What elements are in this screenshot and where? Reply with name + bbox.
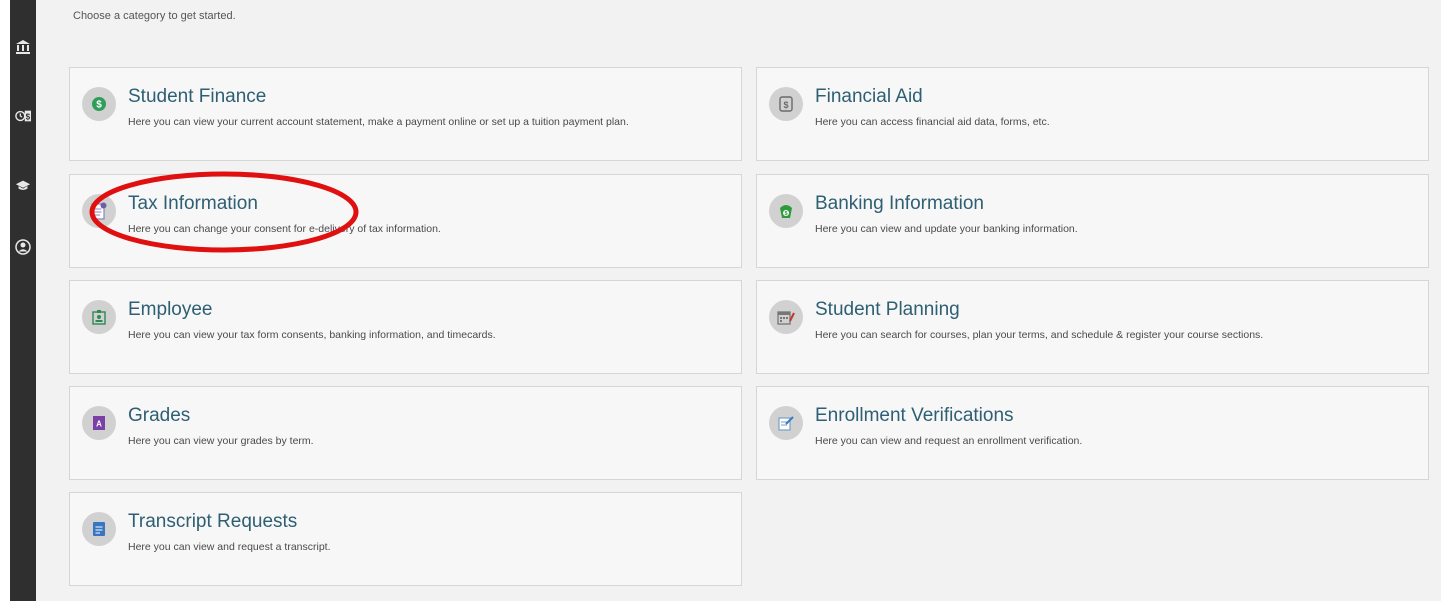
card-student-finance[interactable]: $ Student Finance Here you can view your… <box>69 67 742 161</box>
main-content: Choose a category to get started. $ Stud… <box>36 0 1441 601</box>
card-description: Here you can view and request a transcri… <box>128 541 331 553</box>
card-title: Transcript Requests <box>128 511 298 532</box>
card-student-planning[interactable]: Student Planning Here you can search for… <box>756 280 1429 374</box>
card-transcript-requests[interactable]: Transcript Requests Here you can view an… <box>69 492 742 586</box>
card-title: Tax Information <box>128 193 258 214</box>
svg-text:$: $ <box>26 113 31 122</box>
calendar-icon <box>769 300 803 334</box>
money-icon: $ <box>82 87 116 121</box>
app-frame: $ Choose a category to get started. $ St… <box>10 0 1441 601</box>
dollar-card-icon: $ <box>769 87 803 121</box>
card-description: Here you can view your grades by term. <box>128 435 314 447</box>
card-description: Here you can view and request an enrollm… <box>815 435 1083 447</box>
tax-document-icon <box>82 194 116 228</box>
card-title: Financial Aid <box>815 86 923 107</box>
graduation-cap-icon[interactable] <box>15 178 31 194</box>
card-title: Student Planning <box>815 299 960 320</box>
intro-text: Choose a category to get started. <box>73 10 236 22</box>
user-icon[interactable] <box>15 239 31 255</box>
bank-money-icon: $ <box>769 194 803 228</box>
card-tax-information[interactable]: Tax Information Here you can change your… <box>69 174 742 268</box>
svg-text:A: A <box>96 420 102 429</box>
sidebar: $ <box>10 0 36 601</box>
card-financial-aid[interactable]: $ Financial Aid Here you can access fina… <box>756 67 1429 161</box>
card-description: Here you can view your current account s… <box>128 116 629 128</box>
card-description: Here you can view your tax form consents… <box>128 329 496 341</box>
card-employee[interactable]: Employee Here you can view your tax form… <box>69 280 742 374</box>
svg-text:$: $ <box>783 100 788 110</box>
card-description: Here you can search for courses, plan yo… <box>815 329 1264 341</box>
card-title: Banking Information <box>815 193 984 214</box>
card-title: Employee <box>128 299 213 320</box>
bank-icon[interactable] <box>15 39 31 55</box>
verify-icon <box>769 406 803 440</box>
transcript-icon <box>82 512 116 546</box>
svg-text:$: $ <box>96 100 102 111</box>
card-description: Here you can view and update your bankin… <box>815 223 1078 235</box>
badge-icon <box>82 300 116 334</box>
card-title: Student Finance <box>128 86 267 107</box>
card-enrollment-verifications[interactable]: Enrollment Verifications Here you can vi… <box>756 386 1429 480</box>
svg-text:$: $ <box>784 211 787 217</box>
card-description: Here you can change your consent for e-d… <box>128 223 441 235</box>
card-grades[interactable]: A Grades Here you can view your grades b… <box>69 386 742 480</box>
finance-icon[interactable]: $ <box>15 108 31 124</box>
grade-icon: A <box>82 406 116 440</box>
card-banking-information[interactable]: $ Banking Information Here you can view … <box>756 174 1429 268</box>
card-description: Here you can access financial aid data, … <box>815 116 1050 128</box>
card-title: Enrollment Verifications <box>815 405 1014 426</box>
card-title: Grades <box>128 405 191 426</box>
